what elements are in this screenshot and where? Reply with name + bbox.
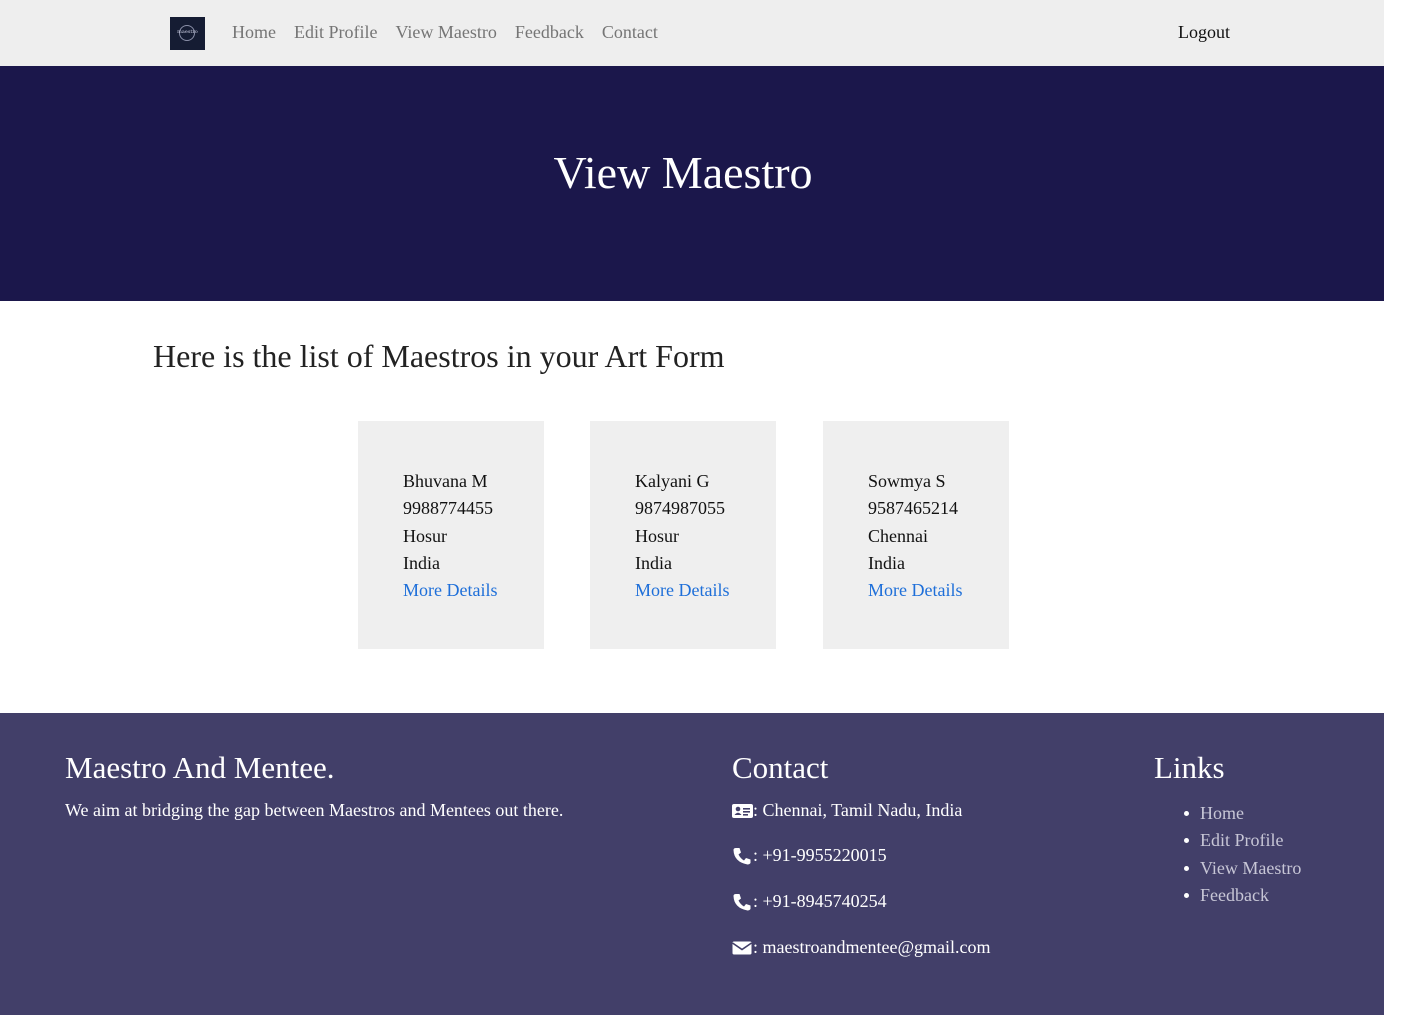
footer-link-feedback[interactable]: Feedback: [1182, 882, 1301, 909]
maestro-phone: 9874987055: [635, 498, 725, 519]
card-body: Sowmya S 9587465214 Chennai India More D…: [868, 468, 962, 604]
maestro-card: Kalyani G 9874987055 Hosur India More De…: [590, 421, 776, 649]
maestro-name: Bhuvana M: [403, 471, 488, 491]
maestro-country: India: [635, 552, 672, 573]
maestro-phone: 9988774455: [403, 498, 493, 519]
page: maestro Home Edit Profile View Maestro F…: [0, 0, 1384, 1015]
id-card-icon: [732, 802, 753, 818]
contact-email: : maestroandmentee@gmail.com: [732, 936, 991, 958]
more-details-link[interactable]: More Details: [635, 577, 729, 604]
footer-links: Home Edit Profile View Maestro Feedback: [1182, 800, 1301, 909]
hero-banner: View Maestro: [0, 66, 1384, 301]
footer-link-edit-profile[interactable]: Edit Profile: [1182, 827, 1301, 854]
maestro-phone: 9587465214: [868, 498, 958, 519]
footer-brand-text: We aim at bridging the gap between Maest…: [65, 800, 564, 820]
contact-address: : Chennai, Tamil Nadu, India: [732, 799, 962, 821]
maestro-city: Hosur: [635, 525, 679, 546]
logout-link[interactable]: Logout: [1170, 21, 1238, 43]
footer-brand-title: Maestro And Mentee.: [65, 750, 335, 785]
maestro-country: India: [868, 552, 905, 573]
contact-phone: : +91-8945740254: [732, 890, 887, 912]
nav-link-feedback[interactable]: Feedback: [506, 21, 593, 43]
maestro-card: Sowmya S 9587465214 Chennai India More D…: [823, 421, 1009, 649]
footer: Maestro And Mentee. We aim at bridging t…: [0, 713, 1384, 1015]
phone-icon: [732, 847, 753, 865]
envelope-icon: [732, 939, 753, 955]
maestro-card: Bhuvana M 9988774455 Hosur India More De…: [358, 421, 544, 649]
footer-link-view-maestro[interactable]: View Maestro: [1182, 855, 1301, 882]
section-heading: Here is the list of Maestros in your Art…: [153, 338, 725, 374]
navbar: maestro Home Edit Profile View Maestro F…: [0, 0, 1384, 66]
page-title: View Maestro: [553, 147, 813, 198]
contact-phone-text: : +91-8945740254: [753, 891, 887, 911]
nav-link-home[interactable]: Home: [223, 21, 285, 43]
maestro-name: Sowmya S: [868, 471, 946, 491]
logo-text: maestro: [177, 29, 198, 35]
footer-links-title: Links: [1154, 750, 1225, 785]
more-details-link[interactable]: More Details: [403, 577, 497, 604]
card-body: Kalyani G 9874987055 Hosur India More De…: [635, 468, 729, 604]
nav-link-edit-profile[interactable]: Edit Profile: [285, 21, 387, 43]
contact-email-text: : maestroandmentee@gmail.com: [753, 937, 991, 957]
nav-link-view-maestro[interactable]: View Maestro: [387, 21, 506, 43]
footer-link-home[interactable]: Home: [1182, 800, 1301, 827]
maestro-name: Kalyani G: [635, 471, 710, 491]
phone-icon: [732, 893, 753, 911]
site-logo[interactable]: maestro: [170, 17, 205, 50]
contact-phone: : +91-9955220015: [732, 844, 887, 866]
contact-phone-text: : +91-9955220015: [753, 845, 887, 865]
nav-link-contact[interactable]: Contact: [593, 21, 667, 43]
maestro-city: Chennai: [868, 525, 928, 546]
card-body: Bhuvana M 9988774455 Hosur India More De…: [403, 468, 497, 604]
footer-contact-title: Contact: [732, 750, 829, 785]
more-details-link[interactable]: More Details: [868, 577, 962, 604]
maestro-city: Hosur: [403, 525, 447, 546]
nav-links: Home Edit Profile View Maestro Feedback …: [223, 21, 667, 43]
contact-address-text: : Chennai, Tamil Nadu, India: [753, 800, 963, 820]
maestro-country: India: [403, 552, 440, 573]
